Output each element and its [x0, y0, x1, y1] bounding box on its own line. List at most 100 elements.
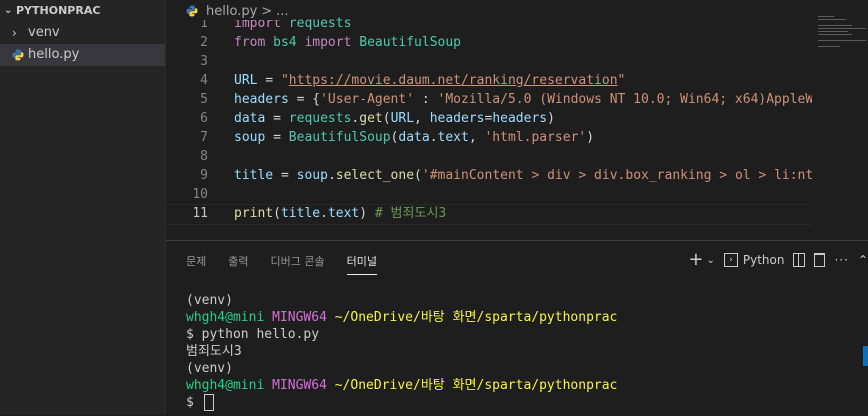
code-text: print(title.text) # 범죄도시3 [234, 204, 446, 223]
code-token: : [414, 92, 438, 107]
terminal-line: (venv) [186, 360, 617, 377]
line-number: 10 [192, 187, 208, 202]
python-file-icon [186, 5, 202, 17]
terminal-text: MINGW64 [272, 310, 327, 325]
code-token: URL [390, 111, 415, 126]
trash-icon[interactable] [814, 253, 826, 267]
code-token: soup [296, 168, 328, 183]
code-line[interactable]: 4 URL = "https://movie.daum.net/ranking/r… [166, 71, 821, 90]
chevron-up-icon[interactable]: ⌃ [858, 253, 868, 267]
chevron-down-icon[interactable]: ⌄ [706, 255, 714, 266]
code-text: from bs4 import BeautifulSoup [234, 33, 461, 52]
explorer-project-header[interactable]: ⌄ PYTHONPRAC [0, 0, 165, 22]
terminal-cursor [203, 394, 214, 411]
code-token: = [273, 168, 297, 183]
terminal-profile[interactable]: › Python [723, 253, 785, 267]
code-token: = { [288, 92, 321, 107]
explorer-item-hello-py[interactable]: hello.py [0, 44, 165, 66]
code-token: get [359, 111, 383, 126]
code-line[interactable]: 9 title = soup.select_one('#mainContent >… [166, 166, 821, 185]
code-lines[interactable]: 1 import requests 2 from bs4 import Beautif… [166, 14, 821, 223]
minimap[interactable] [812, 0, 868, 240]
line-number: 6 [200, 111, 208, 126]
terminal-scrollbar[interactable] [863, 346, 868, 366]
more-actions-icon[interactable]: ··· [834, 253, 848, 267]
breadcrumb-file[interactable]: hello.py [206, 4, 257, 19]
code-token: title [234, 168, 274, 183]
explorer-item-label: venv [28, 25, 60, 40]
breadcrumb-separator: > [261, 3, 273, 19]
tab-output[interactable]: 출력 [228, 253, 248, 275]
code-token: bs4 [273, 35, 297, 50]
chevron-down-icon: ⌄ [4, 5, 13, 16]
terminal-text: whgh4@mini [186, 310, 265, 325]
code-line[interactable]: 10 [166, 185, 821, 204]
line-number: 4 [200, 73, 208, 88]
explorer-sidebar: ⌄ PYTHONPRAC › venv hello.py [0, 0, 166, 415]
code-token: from [234, 35, 266, 50]
code-line[interactable]: 8 [166, 147, 821, 166]
code-token: '#mainContent > div > div.box_ranking > … [421, 168, 822, 183]
code-token: . [429, 130, 438, 145]
python-file-icon [12, 49, 28, 61]
code-token: headers [429, 111, 485, 126]
terminal-line: whgh4@mini MINGW64 ~/OneDrive/바탕 화면/spar… [186, 377, 617, 394]
tab-terminal[interactable]: 터미널 [346, 253, 377, 275]
code-token: ( [382, 111, 391, 126]
terminal-line: 범죄도시3 [186, 343, 617, 360]
terminal-text: whgh4@mini [186, 378, 265, 393]
code-token: ) [586, 130, 595, 145]
code-token: text [437, 130, 469, 145]
code-token: BeautifulSoup [359, 35, 461, 50]
code-token: " [280, 73, 289, 88]
split-terminal-icon[interactable] [793, 253, 806, 267]
code-text: soup = BeautifulSoup(data.text, 'html.pa… [234, 128, 594, 147]
code-token: title [280, 206, 321, 221]
line-number: 2 [200, 35, 208, 50]
new-terminal-plus-icon[interactable]: + [688, 251, 703, 269]
code-line[interactable]: 7 soup = BeautifulSoup(data.text, 'html.p… [166, 128, 821, 147]
explorer-item-venv[interactable]: › venv [0, 22, 165, 44]
code-token: ) [359, 206, 375, 221]
tab-debug-console[interactable]: 디버그 콘솔 [271, 253, 325, 275]
line-number: 9 [200, 168, 208, 183]
panel-tabs: 문제 출력 디버그 콘솔 터미널 [186, 253, 377, 275]
shell-label: Python [742, 253, 785, 267]
panel-actions: + ⌄ › Python ··· ⌃ [688, 251, 868, 269]
code-token: BeautifulSoup [288, 130, 391, 145]
project-name: PYTHONPRAC [16, 4, 101, 17]
code-token: data [234, 111, 266, 126]
explorer-item-label: hello.py [28, 47, 80, 62]
code-line[interactable]: 5 headers = {'User-Agent' : 'Mozilla/5.0 … [166, 90, 821, 109]
code-token: 'Mozilla/5.0 (Windows NT 10.0; Win64; x6… [437, 92, 822, 107]
code-token: " [617, 73, 626, 88]
code-token: requests [288, 16, 352, 31]
chevron-right-icon: › [12, 26, 17, 40]
line-number: 5 [200, 92, 208, 107]
code-line[interactable]: 3 [166, 52, 821, 71]
terminal-output[interactable]: (venv) whgh4@mini MINGW64 ~/OneDrive/바탕 화… [186, 292, 617, 411]
code-token: headers [234, 92, 289, 107]
terminal-line: (venv) [186, 292, 617, 309]
code-token: https://movie.daum.net/ranking/reservati… [288, 73, 618, 88]
code-line[interactable]: 6 data = requests.get(URL, headers=header… [166, 109, 821, 128]
terminal-text: $ python hello.py [186, 327, 320, 342]
code-line[interactable]: 2 from bs4 import BeautifulSoup [166, 33, 821, 52]
code-token: . [320, 206, 328, 221]
line-number: 8 [200, 149, 208, 164]
tab-problems[interactable]: 문제 [186, 253, 206, 275]
code-token: URL [234, 73, 258, 88]
breadcrumb-more[interactable]: ... [276, 4, 288, 19]
code-token: soup [234, 130, 266, 145]
breadcrumb: hello.py > ... [186, 2, 293, 20]
code-token: = [265, 130, 289, 145]
code-text: headers = {'User-Agent' : 'Mozilla/5.0 (… [234, 90, 821, 109]
code-editor[interactable]: 1 import requests 2 from bs4 import Beautif… [166, 0, 868, 240]
terminal-text: $ [186, 395, 202, 410]
code-line[interactable]: 11 print(title.text) # 범죄도시3 [166, 204, 821, 223]
